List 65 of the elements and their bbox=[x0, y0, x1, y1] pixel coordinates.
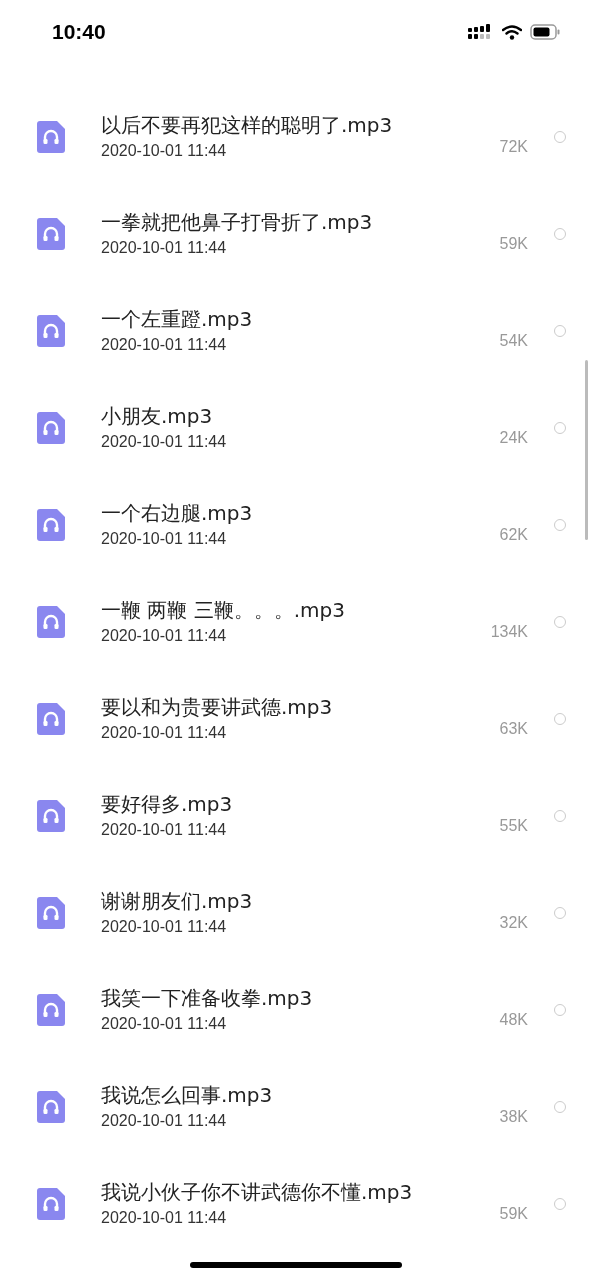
file-date: 2020-10-01 11:44 bbox=[101, 237, 228, 258]
audio-file-icon bbox=[37, 217, 65, 250]
file-size: 24K bbox=[499, 428, 528, 447]
file-name: 一拳就把他鼻子打骨折了.mp3 bbox=[101, 208, 374, 235]
status-time: 10:40 bbox=[52, 20, 106, 44]
audio-file-icon bbox=[37, 799, 65, 832]
file-size: 59K bbox=[499, 234, 528, 253]
file-size: 72K bbox=[499, 137, 528, 156]
audio-file-icon bbox=[37, 896, 65, 929]
file-name: 一鞭 两鞭 三鞭。。。.mp3 bbox=[101, 596, 346, 623]
file-size: 55K bbox=[499, 816, 528, 835]
file-name: 我说怎么回事.mp3 bbox=[101, 1081, 274, 1108]
file-date: 2020-10-01 11:44 bbox=[101, 1207, 228, 1228]
audio-file-icon bbox=[37, 993, 65, 1026]
file-date: 2020-10-01 11:44 bbox=[101, 625, 228, 646]
file-row[interactable]: 要以和为贵要讲武德.mp3 2020-10-01 11:44 63K bbox=[0, 670, 592, 767]
file-name: 一个左重蹬.mp3 bbox=[101, 305, 254, 332]
file-size: 38K bbox=[499, 1107, 528, 1126]
file-row[interactable]: 以后不要再犯这样的聪明了.mp3 2020-10-01 11:44 72K bbox=[0, 88, 592, 185]
audio-file-icon bbox=[37, 605, 65, 638]
file-size: 48K bbox=[499, 1010, 528, 1029]
file-row[interactable]: 谢谢朋友们.mp3 2020-10-01 11:44 32K bbox=[0, 864, 592, 961]
scrollbar[interactable] bbox=[585, 360, 588, 540]
audio-file-icon bbox=[37, 1090, 65, 1123]
file-date: 2020-10-01 11:44 bbox=[101, 334, 228, 355]
home-indicator[interactable] bbox=[190, 1262, 402, 1268]
file-size: 63K bbox=[499, 719, 528, 738]
file-date: 2020-10-01 11:44 bbox=[101, 916, 228, 937]
file-name: 以后不要再犯这样的聪明了.mp3 bbox=[101, 111, 394, 138]
wifi-icon bbox=[502, 24, 522, 40]
file-name: 要好得多.mp3 bbox=[101, 790, 234, 817]
file-date: 2020-10-01 11:44 bbox=[101, 140, 228, 161]
file-date: 2020-10-01 11:44 bbox=[101, 1110, 228, 1131]
file-size: 62K bbox=[499, 525, 528, 544]
audio-file-icon bbox=[37, 1187, 65, 1220]
battery-icon bbox=[530, 24, 560, 40]
file-row[interactable]: 我笑一下准备收拳.mp3 2020-10-01 11:44 48K bbox=[0, 961, 592, 1058]
file-name: 一个右边腿.mp3 bbox=[101, 499, 254, 526]
file-date: 2020-10-01 11:44 bbox=[101, 722, 228, 743]
file-name: 我笑一下准备收拳.mp3 bbox=[101, 984, 314, 1011]
file-row[interactable]: 我说小伙子你不讲武德你不懂.mp3 2020-10-01 11:44 59K bbox=[0, 1155, 592, 1252]
file-row[interactable]: 一个右边腿.mp3 2020-10-01 11:44 62K bbox=[0, 476, 592, 573]
file-date: 2020-10-01 11:44 bbox=[101, 431, 228, 452]
file-size: 32K bbox=[499, 913, 528, 932]
file-name: 谢谢朋友们.mp3 bbox=[101, 887, 254, 914]
file-date: 2020-10-01 11:44 bbox=[101, 819, 228, 840]
file-row[interactable]: 我说怎么回事.mp3 2020-10-01 11:44 38K bbox=[0, 1058, 592, 1155]
file-name: 我说小伙子你不讲武德你不懂.mp3 bbox=[101, 1178, 414, 1205]
audio-file-icon bbox=[37, 508, 65, 541]
file-size: 134K bbox=[490, 622, 528, 641]
file-name: 要以和为贵要讲武德.mp3 bbox=[101, 693, 334, 720]
file-row[interactable]: 一个左重蹬.mp3 2020-10-01 11:44 54K bbox=[0, 282, 592, 379]
audio-file-icon bbox=[37, 314, 65, 347]
file-size: 59K bbox=[499, 1204, 528, 1223]
file-row[interactable]: 一拳就把他鼻子打骨折了.mp3 2020-10-01 11:44 59K bbox=[0, 185, 592, 282]
file-date: 2020-10-01 11:44 bbox=[101, 528, 228, 549]
file-size: 54K bbox=[499, 331, 528, 350]
audio-file-icon bbox=[37, 702, 65, 735]
file-row[interactable]: 要好得多.mp3 2020-10-01 11:44 55K bbox=[0, 767, 592, 864]
file-row[interactable]: 一鞭 两鞭 三鞭。。。.mp3 2020-10-01 11:44 134K bbox=[0, 573, 592, 670]
file-name: 小朋友.mp3 bbox=[101, 402, 214, 429]
file-date: 2020-10-01 11:44 bbox=[101, 1013, 228, 1034]
file-row[interactable]: 小朋友.mp3 2020-10-01 11:44 24K bbox=[0, 379, 592, 476]
audio-file-icon bbox=[37, 120, 65, 153]
audio-file-icon bbox=[37, 411, 65, 444]
